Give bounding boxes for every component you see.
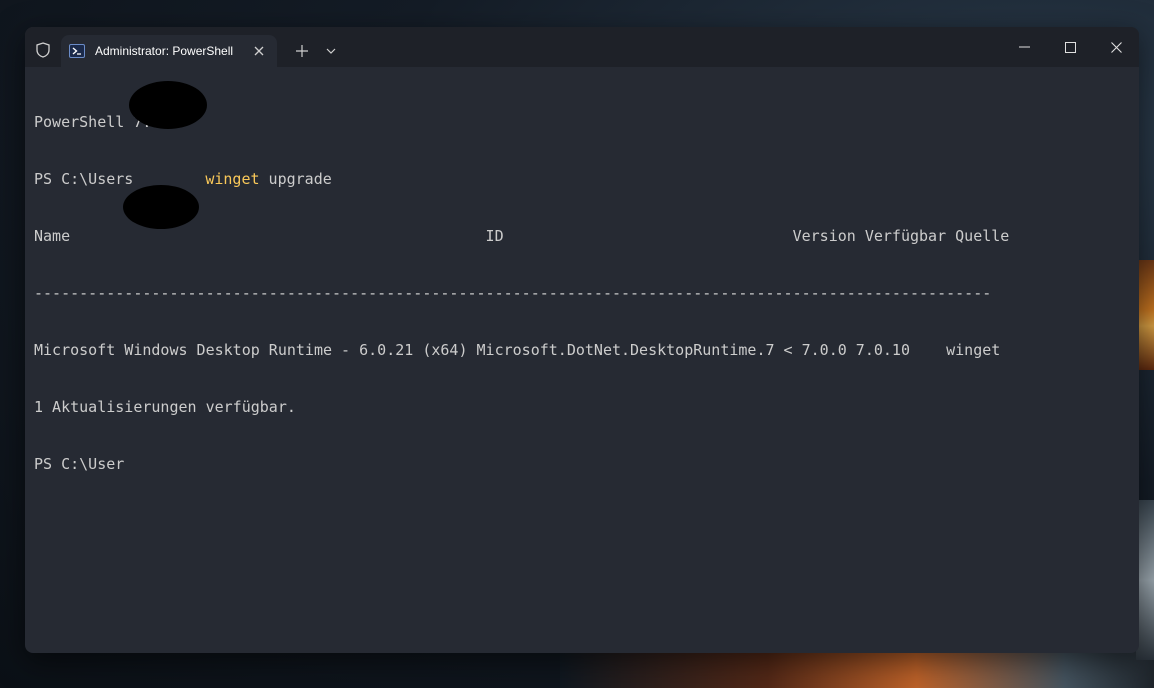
table-row: Microsoft Windows Desktop Runtime - 6.0.… (34, 341, 1001, 359)
chevron-down-icon (326, 48, 336, 54)
command-line-2: PS C:\User (34, 455, 125, 473)
table-header: Name ID Version Verfügbar Quelle (34, 227, 1010, 245)
redaction-mark (129, 81, 207, 129)
tab-title: Administrator: PowerShell (95, 44, 234, 58)
prompt: PS C:\Users (34, 170, 134, 188)
tab-powershell[interactable]: Administrator: PowerShell (61, 35, 277, 67)
shield-icon (33, 40, 53, 60)
minimize-icon (1018, 46, 1030, 48)
powershell-icon (69, 43, 85, 59)
summary-line: 1 Aktualisierungen verfügbar. (34, 398, 296, 416)
terminal-output[interactable]: PowerShell 7.3.6 PS C:\Users winget upgra… (34, 75, 1139, 653)
wallpaper-bottom (560, 650, 1154, 688)
close-icon[interactable] (249, 41, 269, 61)
table-separator: ----------------------------------------… (34, 284, 992, 302)
minimize-button[interactable] (1001, 31, 1047, 63)
new-tab-button[interactable] (289, 40, 315, 62)
close-icon (1110, 41, 1122, 53)
maximize-icon (1064, 41, 1076, 53)
command-args: upgrade (259, 170, 332, 188)
command-line-1: PS C:\Users winget upgrade (34, 170, 1139, 189)
title-bar[interactable]: Administrator: PowerShell (25, 27, 1139, 67)
terminal-window: Administrator: PowerShell PowerShell 7.3… (25, 27, 1139, 653)
command-name: winget (205, 170, 260, 188)
tab-dropdown-button[interactable] (319, 40, 343, 62)
redaction-mark (123, 185, 199, 229)
plus-icon (296, 45, 308, 57)
maximize-button[interactable] (1047, 31, 1093, 63)
close-window-button[interactable] (1093, 31, 1139, 63)
